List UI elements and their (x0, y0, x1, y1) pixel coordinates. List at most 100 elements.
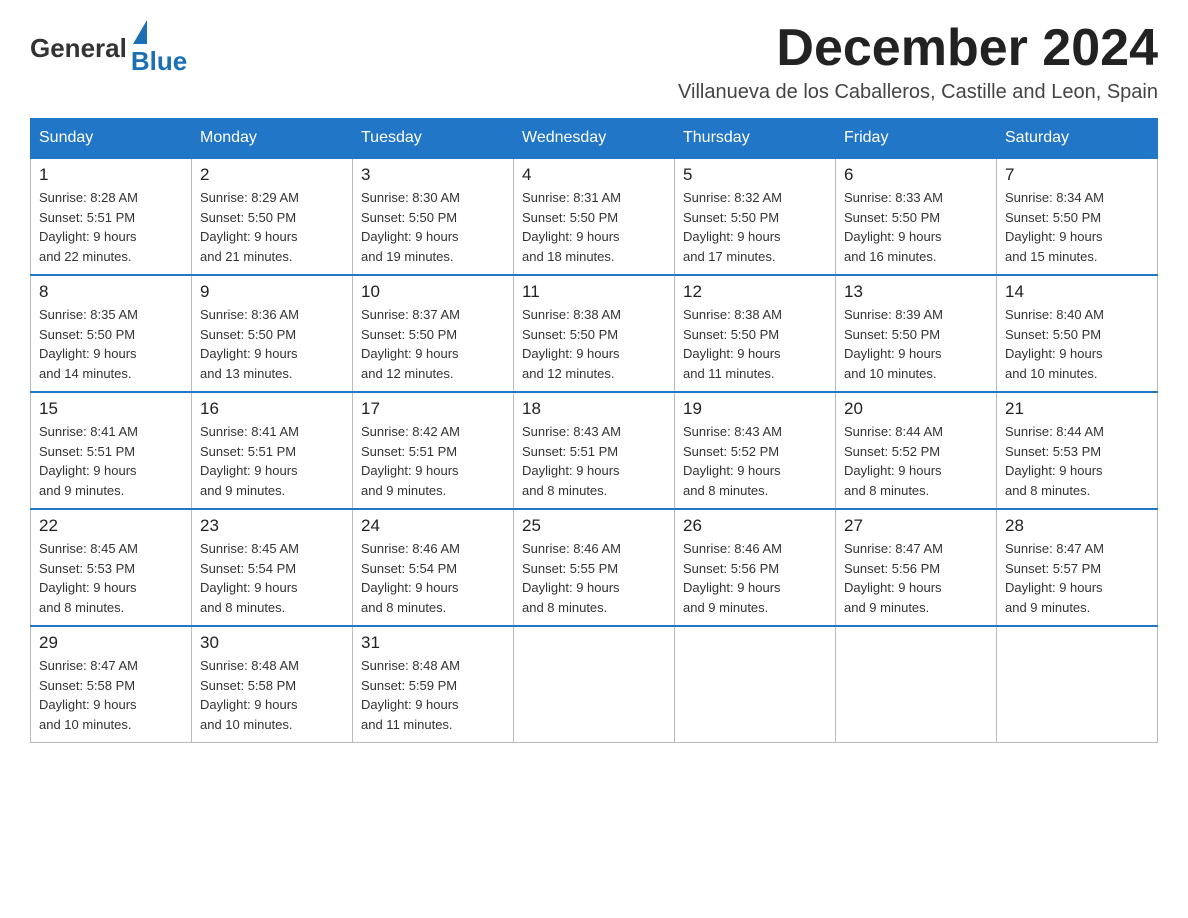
day-number: 11 (522, 282, 666, 302)
day-info: Sunrise: 8:48 AM Sunset: 5:59 PM Dayligh… (361, 656, 505, 734)
calendar-cell: 10 Sunrise: 8:37 AM Sunset: 5:50 PM Dayli… (353, 275, 514, 392)
day-number: 7 (1005, 165, 1149, 185)
day-number: 28 (1005, 516, 1149, 536)
weekday-header-thursday: Thursday (675, 119, 836, 159)
day-number: 26 (683, 516, 827, 536)
day-info: Sunrise: 8:36 AM Sunset: 5:50 PM Dayligh… (200, 305, 344, 383)
day-info: Sunrise: 8:37 AM Sunset: 5:50 PM Dayligh… (361, 305, 505, 383)
day-number: 16 (200, 399, 344, 419)
day-info: Sunrise: 8:46 AM Sunset: 5:54 PM Dayligh… (361, 539, 505, 617)
week-row-4: 22 Sunrise: 8:45 AM Sunset: 5:53 PM Dayli… (31, 509, 1158, 626)
calendar-cell: 9 Sunrise: 8:36 AM Sunset: 5:50 PM Daylig… (192, 275, 353, 392)
day-info: Sunrise: 8:33 AM Sunset: 5:50 PM Dayligh… (844, 188, 988, 266)
day-info: Sunrise: 8:48 AM Sunset: 5:58 PM Dayligh… (200, 656, 344, 734)
day-number: 21 (1005, 399, 1149, 419)
day-number: 8 (39, 282, 183, 302)
weekday-header-sunday: Sunday (31, 119, 192, 159)
day-info: Sunrise: 8:42 AM Sunset: 5:51 PM Dayligh… (361, 422, 505, 500)
calendar-cell: 30 Sunrise: 8:48 AM Sunset: 5:58 PM Dayli… (192, 626, 353, 743)
weekday-header-tuesday: Tuesday (353, 119, 514, 159)
day-info: Sunrise: 8:31 AM Sunset: 5:50 PM Dayligh… (522, 188, 666, 266)
calendar-cell: 21 Sunrise: 8:44 AM Sunset: 5:53 PM Dayli… (997, 392, 1158, 509)
day-number: 14 (1005, 282, 1149, 302)
day-info: Sunrise: 8:47 AM Sunset: 5:57 PM Dayligh… (1005, 539, 1149, 617)
weekday-header-friday: Friday (836, 119, 997, 159)
calendar-cell: 1 Sunrise: 8:28 AM Sunset: 5:51 PM Daylig… (31, 158, 192, 275)
day-number: 24 (361, 516, 505, 536)
calendar-cell: 26Sunrise: 8:46 AM Sunset: 5:56 PM Dayli… (675, 509, 836, 626)
calendar-cell: 12 Sunrise: 8:38 AM Sunset: 5:50 PM Dayli… (675, 275, 836, 392)
calendar-cell (675, 626, 836, 743)
title-area: December 2024 Villanueva de los Caballer… (678, 20, 1158, 104)
calendar-cell: 28 Sunrise: 8:47 AM Sunset: 5:57 PM Dayli… (997, 509, 1158, 626)
month-title: December 2024 (678, 20, 1158, 77)
day-info: Sunrise: 8:40 AM Sunset: 5:50 PM Dayligh… (1005, 305, 1149, 383)
logo-triangle-icon (133, 20, 147, 44)
day-number: 31 (361, 633, 505, 653)
day-number: 22 (39, 516, 183, 536)
day-number: 5 (683, 165, 827, 185)
day-info: Sunrise: 8:44 AM Sunset: 5:53 PM Dayligh… (1005, 422, 1149, 500)
week-row-2: 8 Sunrise: 8:35 AM Sunset: 5:50 PM Daylig… (31, 275, 1158, 392)
week-row-5: 29Sunrise: 8:47 AM Sunset: 5:58 PM Dayli… (31, 626, 1158, 743)
calendar-cell: 22 Sunrise: 8:45 AM Sunset: 5:53 PM Dayli… (31, 509, 192, 626)
day-info: Sunrise: 8:41 AM Sunset: 5:51 PM Dayligh… (200, 422, 344, 500)
calendar-cell: 18Sunrise: 8:43 AM Sunset: 5:51 PM Dayli… (514, 392, 675, 509)
day-number: 12 (683, 282, 827, 302)
day-number: 20 (844, 399, 988, 419)
calendar-cell (997, 626, 1158, 743)
day-info: Sunrise: 8:38 AM Sunset: 5:50 PM Dayligh… (683, 305, 827, 383)
calendar-cell: 17 Sunrise: 8:42 AM Sunset: 5:51 PM Dayli… (353, 392, 514, 509)
day-info: Sunrise: 8:32 AM Sunset: 5:50 PM Dayligh… (683, 188, 827, 266)
logo-general-text: General (30, 33, 127, 64)
day-number: 29 (39, 633, 183, 653)
calendar-cell: 27 Sunrise: 8:47 AM Sunset: 5:56 PM Dayli… (836, 509, 997, 626)
calendar-cell: 4 Sunrise: 8:31 AM Sunset: 5:50 PM Daylig… (514, 158, 675, 275)
day-number: 25 (522, 516, 666, 536)
day-info: Sunrise: 8:28 AM Sunset: 5:51 PM Dayligh… (39, 188, 183, 266)
day-info: Sunrise: 8:47 AM Sunset: 5:56 PM Dayligh… (844, 539, 988, 617)
day-number: 3 (361, 165, 505, 185)
day-info: Sunrise: 8:45 AM Sunset: 5:53 PM Dayligh… (39, 539, 183, 617)
day-number: 2 (200, 165, 344, 185)
day-number: 1 (39, 165, 183, 185)
calendar-cell: 23Sunrise: 8:45 AM Sunset: 5:54 PM Dayli… (192, 509, 353, 626)
day-info: Sunrise: 8:38 AM Sunset: 5:50 PM Dayligh… (522, 305, 666, 383)
day-number: 4 (522, 165, 666, 185)
calendar-cell: 24 Sunrise: 8:46 AM Sunset: 5:54 PM Dayli… (353, 509, 514, 626)
day-number: 15 (39, 399, 183, 419)
calendar-cell: 25 Sunrise: 8:46 AM Sunset: 5:55 PM Dayli… (514, 509, 675, 626)
day-info: Sunrise: 8:35 AM Sunset: 5:50 PM Dayligh… (39, 305, 183, 383)
day-info: Sunrise: 8:29 AM Sunset: 5:50 PM Dayligh… (200, 188, 344, 266)
calendar-cell: 16 Sunrise: 8:41 AM Sunset: 5:51 PM Dayli… (192, 392, 353, 509)
day-number: 27 (844, 516, 988, 536)
logo: General Blue (30, 20, 187, 77)
day-info: Sunrise: 8:44 AM Sunset: 5:52 PM Dayligh… (844, 422, 988, 500)
day-info: Sunrise: 8:46 AM Sunset: 5:55 PM Dayligh… (522, 539, 666, 617)
day-info: Sunrise: 8:30 AM Sunset: 5:50 PM Dayligh… (361, 188, 505, 266)
day-number: 9 (200, 282, 344, 302)
weekday-header-monday: Monday (192, 119, 353, 159)
calendar-cell: 20 Sunrise: 8:44 AM Sunset: 5:52 PM Dayli… (836, 392, 997, 509)
calendar-cell: 11 Sunrise: 8:38 AM Sunset: 5:50 PM Dayli… (514, 275, 675, 392)
weekday-header-wednesday: Wednesday (514, 119, 675, 159)
calendar-cell: 8 Sunrise: 8:35 AM Sunset: 5:50 PM Daylig… (31, 275, 192, 392)
day-number: 30 (200, 633, 344, 653)
weekday-header-saturday: Saturday (997, 119, 1158, 159)
day-number: 23 (200, 516, 344, 536)
day-number: 10 (361, 282, 505, 302)
calendar-cell: 15Sunrise: 8:41 AM Sunset: 5:51 PM Dayli… (31, 392, 192, 509)
calendar-cell: 31 Sunrise: 8:48 AM Sunset: 5:59 PM Dayli… (353, 626, 514, 743)
day-number: 17 (361, 399, 505, 419)
weekday-header-row: SundayMondayTuesdayWednesdayThursdayFrid… (31, 119, 1158, 159)
day-info: Sunrise: 8:34 AM Sunset: 5:50 PM Dayligh… (1005, 188, 1149, 266)
calendar-cell: 14 Sunrise: 8:40 AM Sunset: 5:50 PM Dayli… (997, 275, 1158, 392)
page-header: General Blue December 2024 Villanueva de… (30, 20, 1158, 104)
calendar-cell: 29Sunrise: 8:47 AM Sunset: 5:58 PM Dayli… (31, 626, 192, 743)
calendar-cell (514, 626, 675, 743)
calendar-cell: 2 Sunrise: 8:29 AM Sunset: 5:50 PM Daylig… (192, 158, 353, 275)
day-number: 18 (522, 399, 666, 419)
week-row-1: 1 Sunrise: 8:28 AM Sunset: 5:51 PM Daylig… (31, 158, 1158, 275)
calendar-cell: 6Sunrise: 8:33 AM Sunset: 5:50 PM Daylig… (836, 158, 997, 275)
calendar-cell: 3 Sunrise: 8:30 AM Sunset: 5:50 PM Daylig… (353, 158, 514, 275)
